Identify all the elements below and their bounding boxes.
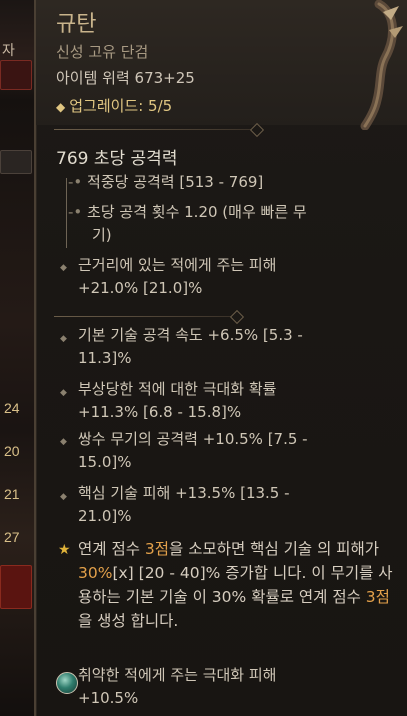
stat-attacks-per-second-cont: 기) [92,226,112,244]
legendary-aspect: 연계 점수 3점을 소모하면 핵심 기술 의 피해가 30%[x] [20 - … [78,540,393,630]
stat-attacks-per-second: -• 초당 공격 횟수 1.20 (매우 빠른 무 [68,203,307,221]
affix-basic-attack-speed: 기본 기술 공격 속도 +6.5% [5.3 - 11.3]% [78,326,303,367]
background-number: 21 [4,486,20,502]
item-tooltip: 규탄 신성 고유 단검 아이템 위력 673+25 ◆ 업그레이드: 5/5 76… [34,0,407,716]
background-panel-low [0,565,32,609]
affix-core-skill-damage: 핵심 기술 피해 +13.5% [13.5 - 21.0]% [78,484,290,525]
item-type: 신성 고유 단검 [56,43,149,61]
affix-dual-wield-damage: 쌍수 무기의 공격력 +10.5% [7.5 - 15.0]% [78,430,308,471]
section-divider [54,122,265,138]
dagger-icon [360,0,403,130]
item-power: 아이템 위력 673+25 [56,69,195,87]
item-name: 규탄 [56,12,97,37]
affix-injured-crit-chance: 부상당한 적에 대한 극대화 확률 +11.3% [6.8 - 15.8]% [78,380,277,421]
background-label: 자 [2,43,15,59]
implicit-affix: 근거리에 있는 적에게 주는 피해 +21.0% [21.0]% [78,256,277,297]
damage-per-second: 769 초당 공격력 [56,149,178,169]
background-panel-mid [0,150,32,174]
background-number: 27 [4,529,20,545]
upgrade-text: 업그레이드: 5/5 [69,97,173,115]
section-divider [54,309,245,325]
upgrade-status: ◆ 업그레이드: 5/5 [56,95,172,116]
stat-tree-line [66,178,67,248]
affix-bullet-icon: ◆ [60,388,67,398]
socket-affix: 취약한 적에게 주는 극대화 피해 +10.5% [78,666,277,707]
affix-bullet-icon: ◆ [60,437,67,447]
stat-damage-per-hit: -• 적중당 공격력 [513 - 769] [68,173,264,191]
affix-bullet-icon: ◆ [60,492,67,502]
background-number: 24 [4,400,20,416]
background-number: 20 [4,443,20,459]
upgrade-icon: ◆ [56,100,66,114]
background-panel-top [0,60,32,90]
legendary-star-icon: ★ [58,542,71,558]
affix-bullet-icon: ◆ [60,334,67,344]
socket-gem-icon [56,672,78,694]
background-game-ui: 자 24 20 21 27 [0,0,34,716]
affix-bullet-icon: ◆ [60,263,67,273]
